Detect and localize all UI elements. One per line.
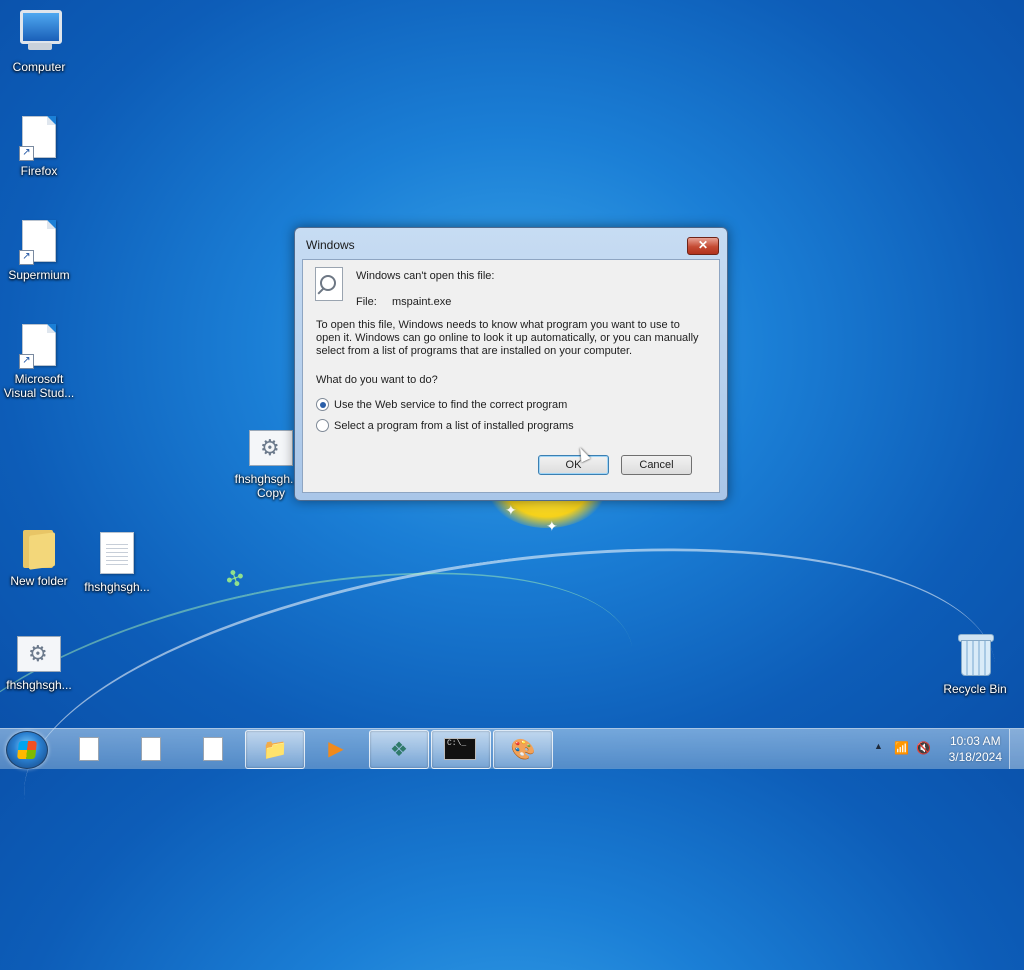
radio-label: Use the Web service to find the correct … (334, 398, 568, 411)
desktop-icon-computer[interactable]: Computer (1, 8, 77, 74)
desktop-icon-text-file[interactable]: fhshghsgh... (79, 532, 155, 594)
radio-label: Select a program from a list of installe… (334, 419, 574, 432)
radio-button[interactable] (316, 419, 329, 432)
dialog-client-area: Windows can't open this file: File: mspa… (302, 259, 720, 493)
open-with-dialog: Windows ✕ Windows can't open this file: … (294, 227, 728, 501)
start-button[interactable] (6, 731, 48, 769)
taskbar-button-document[interactable] (183, 730, 241, 767)
taskbar-button-command-prompt[interactable]: C:\_ (431, 730, 491, 769)
body-line: To open this file, Windows needs to know… (316, 319, 680, 331)
settings-file-icon: ⚙ (249, 430, 293, 466)
file-label: File: (356, 296, 377, 308)
settings-file-icon: ⚙ (17, 636, 61, 672)
taskbar-button-document[interactable] (59, 730, 117, 767)
paint-icon: 🎨 (510, 739, 536, 761)
computer-icon (16, 8, 62, 54)
taskbar-button-media-player[interactable]: ▶ (307, 730, 365, 767)
show-desktop-button[interactable] (1009, 729, 1024, 769)
blank-document-icon (141, 737, 161, 761)
desktop-icon-label: New folder (10, 574, 68, 588)
close-button[interactable]: ✕ (687, 237, 719, 255)
desktop-icon-label: fhshghsgh... (6, 678, 72, 692)
clock-date: 3/18/2024 (948, 750, 1002, 764)
dialog-title: Windows (306, 238, 355, 252)
blank-document-icon (203, 737, 223, 761)
windows-logo-icon (17, 741, 37, 759)
desktop-icon-label: Computer (12, 60, 66, 74)
clock-time: 10:03 AM (949, 734, 1001, 748)
file-name: mspaint.exe (392, 296, 452, 308)
file-explorer-icon: 📁 (262, 739, 288, 761)
text-file-icon (100, 532, 134, 574)
desktop-icon-firefox[interactable]: ↗ Firefox (1, 116, 77, 178)
question-label: What do you want to do? (316, 374, 438, 386)
shortcut-file-icon: ↗ (19, 220, 56, 265)
folder-icon (23, 528, 55, 570)
desktop-icon-label: fhshghsgh... (84, 580, 150, 594)
desktop-icon-new-folder[interactable]: New folder (1, 528, 77, 588)
sparkle-icon: ✦ (546, 518, 558, 534)
taskbar-button-installer[interactable]: ❖ (369, 730, 429, 769)
desktop-icon-label: Firefox (20, 164, 58, 178)
desktop-icon-supermium[interactable]: ↗ Supermium (1, 220, 77, 282)
sparkle-icon: ✦ (505, 502, 517, 518)
taskbar-button-explorer[interactable]: 📁 (245, 730, 305, 769)
dialog-body-text: To open this file, Windows needs to know… (316, 319, 711, 358)
cancel-button[interactable]: Cancel (621, 455, 692, 475)
dialog-heading: Windows can't open this file: (356, 270, 495, 282)
desktop-icon-visual-studio[interactable]: ↗ Microsoft Visual Stud... (1, 324, 77, 400)
taskbar: 📁 ▶ ❖ C:\_ 🎨 ▲ 📶 🔇 10:03 AM 3/18/2024 (0, 728, 1024, 769)
taskbar-button-document[interactable] (121, 730, 179, 767)
command-prompt-icon: C:\_ (444, 738, 476, 760)
body-line: open it. Windows can go online to look i… (316, 332, 699, 344)
network-warning-icon[interactable]: 📶 (894, 741, 909, 755)
volume-muted-icon[interactable]: 🔇 (916, 741, 931, 755)
desktop-icon-label: Recycle Bin (943, 682, 1007, 696)
clock[interactable]: 10:03 AM 3/18/2024 (949, 733, 1002, 765)
taskbar-button-paint[interactable]: 🎨 (493, 730, 553, 769)
desktop-icon-label: Supermium (8, 268, 70, 282)
radio-button-selected[interactable] (316, 398, 329, 411)
shortcut-file-icon: ↗ (19, 324, 56, 369)
system-tray: ▲ 📶 🔇 10:03 AM 3/18/2024 (864, 729, 1024, 769)
desktop-icon-recycle-bin[interactable]: Recycle Bin (937, 632, 1013, 696)
shortcut-file-icon: ↗ (19, 116, 56, 161)
desktop-icon-settings[interactable]: ⚙ fhshghsgh... (1, 636, 77, 692)
radio-web-service[interactable]: Use the Web service to find the correct … (316, 398, 567, 411)
leaf-icon: ✣ (222, 563, 248, 594)
installer-icon: ❖ (390, 739, 408, 761)
desktop-icon-label: Microsoft Visual Stud... (3, 372, 75, 400)
show-hidden-icons-icon[interactable]: ▲ (874, 741, 883, 751)
file-search-icon (315, 267, 343, 301)
media-player-icon: ▶ (328, 738, 344, 760)
radio-select-program[interactable]: Select a program from a list of installe… (316, 419, 574, 432)
ok-button[interactable]: OK (538, 455, 609, 475)
body-line: select from a list of programs that are … (316, 345, 633, 357)
recycle-bin-icon (958, 632, 994, 676)
blank-document-icon (79, 737, 99, 761)
